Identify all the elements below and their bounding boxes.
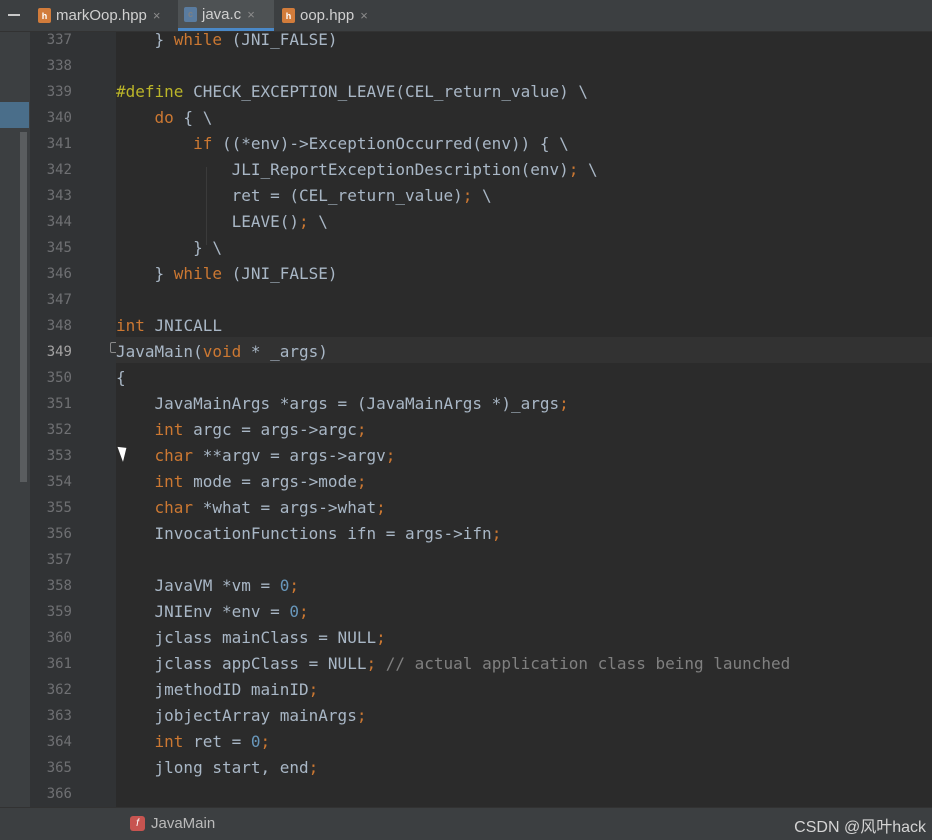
scrollbar[interactable] (20, 132, 27, 482)
tab-java-c[interactable]: c java.c × (178, 0, 274, 31)
line-number: 361 (46, 656, 72, 672)
code-line[interactable]: do { \ (116, 105, 213, 131)
tool-window-marker[interactable] (0, 102, 29, 128)
tab-label: java.c (202, 5, 242, 23)
tab-label: oop.hpp (300, 7, 355, 24)
line-number: 354 (46, 474, 72, 490)
line-number: 363 (46, 708, 72, 724)
code-line[interactable]: jlong start, end; (116, 755, 319, 781)
line-number: 338 (46, 58, 72, 74)
line-number: 353 (46, 448, 72, 464)
code-line[interactable]: jclass mainClass = NULL; (116, 625, 386, 651)
breadcrumb-bar: f JavaMain CSDN @风叶hack (0, 807, 932, 840)
editor-tab-bar: h markOop.hpp × c java.c × h oop.hpp × (0, 0, 932, 32)
code-line[interactable]: ret = (CEL_return_value); \ (116, 183, 492, 209)
close-icon[interactable]: × (360, 8, 368, 23)
code-line[interactable]: } while (JNI_FALSE) (116, 261, 338, 287)
c-file-icon: c (184, 6, 197, 22)
code-line[interactable]: char *what = args->what; (116, 495, 386, 521)
close-icon[interactable]: × (247, 7, 255, 22)
line-number: 360 (46, 630, 72, 646)
code-line[interactable]: jobjectArray mainArgs; (116, 703, 367, 729)
line-number: 349 (46, 344, 72, 360)
line-number: 352 (46, 422, 72, 438)
close-icon[interactable]: × (153, 8, 161, 23)
code-line[interactable]: if ((*env)->ExceptionOccurred(env)) { \ (116, 131, 569, 157)
code-line[interactable]: int ret = 0; (116, 729, 271, 755)
code-line[interactable]: jmethodID mainID; (116, 677, 319, 703)
watermark: CSDN @风叶hack (794, 819, 926, 836)
line-number: 342 (46, 162, 72, 178)
line-number: 366 (46, 786, 72, 802)
tab-oop-hpp[interactable]: h oop.hpp × (276, 0, 386, 31)
line-number: 362 (46, 682, 72, 698)
h-file-icon: h (38, 8, 51, 23)
line-number: 345 (46, 240, 72, 256)
code-line[interactable]: { (116, 365, 126, 391)
function-icon: f (130, 816, 145, 831)
line-number: 343 (46, 188, 72, 204)
code-line[interactable]: } \ (116, 235, 222, 261)
code-editor[interactable]: } while (JNI_FALSE) #define CHECK_EXCEPTI… (116, 32, 932, 807)
line-number: 346 (46, 266, 72, 282)
line-number: 356 (46, 526, 72, 542)
h-file-icon: h (282, 8, 295, 23)
line-number: 359 (46, 604, 72, 620)
line-number: 358 (46, 578, 72, 594)
code-line[interactable]: int argc = args->argc; (116, 417, 367, 443)
tab-label: markOop.hpp (56, 7, 147, 24)
line-number: 340 (46, 110, 72, 126)
code-line[interactable]: JavaVM *vm = 0; (116, 573, 300, 599)
code-line[interactable]: JLI_ReportExceptionDescription(env); \ (116, 157, 598, 183)
code-line[interactable]: JavaMainArgs *args = (JavaMainArgs *)_ar… (116, 391, 569, 417)
code-line[interactable]: } while (JNI_FALSE) (116, 32, 338, 53)
line-number: 351 (46, 396, 72, 412)
line-number: 348 (46, 318, 72, 334)
line-number: 355 (46, 500, 72, 516)
line-number: 339 (46, 84, 72, 100)
line-number: 357 (46, 552, 72, 568)
line-number: 365 (46, 760, 72, 776)
line-number: 350 (46, 370, 72, 386)
line-number: 364 (46, 734, 72, 750)
code-line[interactable]: int JNICALL (116, 313, 222, 339)
code-line[interactable]: char **argv = args->argv; (116, 443, 396, 469)
code-line[interactable]: JavaMain(void * _args) (116, 339, 328, 365)
line-number: 337 (46, 32, 72, 48)
code-line[interactable]: jclass appClass = NULL; // actual applic… (116, 651, 791, 677)
code-line[interactable]: LEAVE(); \ (116, 209, 328, 235)
line-number: 347 (46, 292, 72, 308)
line-number-gutter[interactable]: 337 338 339 340 341 342 343 344 345 346 347 348 349 3… (30, 32, 119, 807)
code-line[interactable]: #define CHECK_EXCEPTION_LEAVE(CEL_return… (116, 79, 588, 105)
code-line[interactable]: int mode = args->mode; (116, 469, 367, 495)
line-number: 341 (46, 136, 72, 152)
tool-window-strip (0, 32, 30, 807)
breadcrumb-label: JavaMain (151, 815, 216, 832)
code-line[interactable]: InvocationFunctions ifn = args->ifn; (116, 521, 502, 547)
tab-menu-icon[interactable] (8, 14, 20, 16)
code-line[interactable]: JNIEnv *env = 0; (116, 599, 309, 625)
line-number: 344 (46, 214, 72, 230)
breadcrumb[interactable]: f JavaMain (130, 815, 215, 832)
